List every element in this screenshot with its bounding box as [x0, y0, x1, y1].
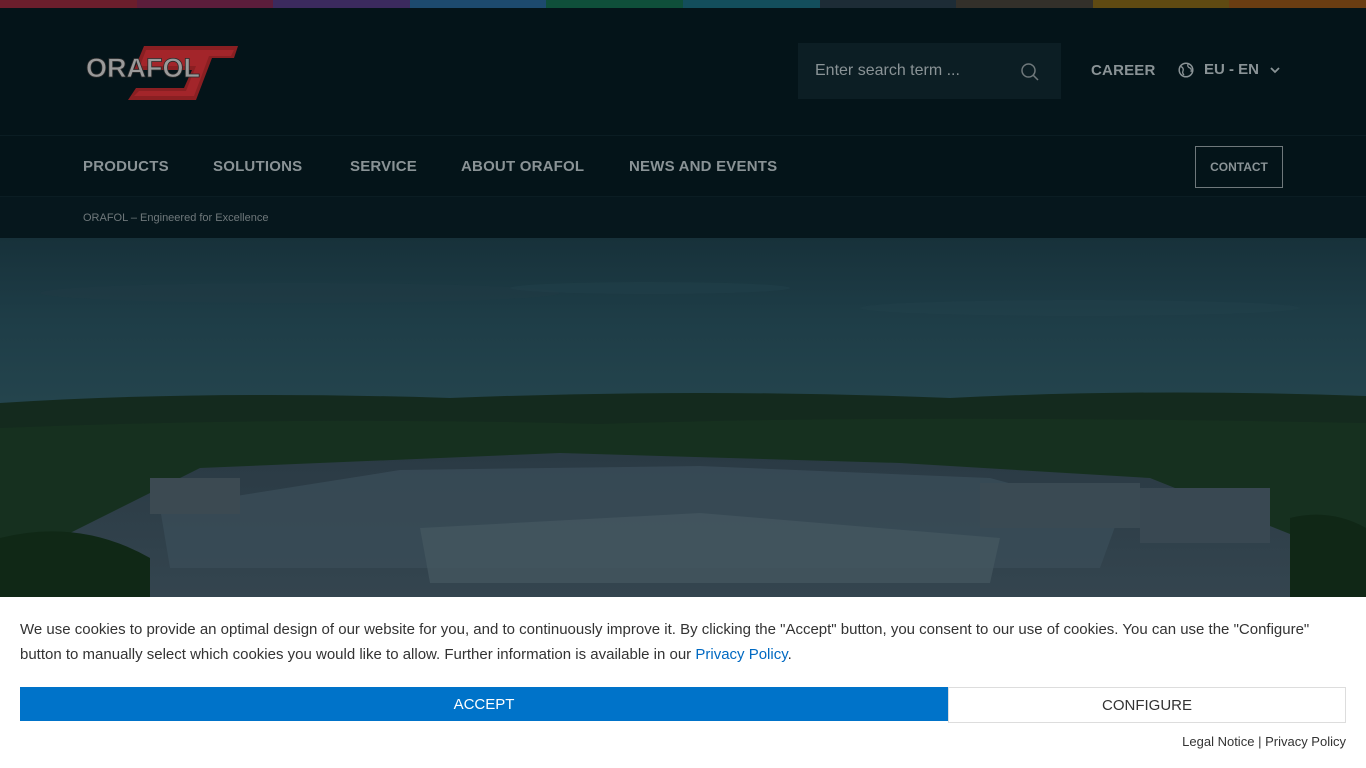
search-icon[interactable]: [1020, 62, 1040, 82]
legal-links: Legal Notice | Privacy Policy: [1182, 734, 1346, 749]
site-header: ORAFOL CAREER EU - EN: [0, 8, 1366, 135]
stripe-segment: [136, 0, 274, 8]
stripe-segment: [819, 0, 957, 8]
svg-text:ORAFOL: ORAFOL: [86, 53, 200, 83]
factory-aerial-illustration: [0, 238, 1366, 597]
cookie-message-end: .: [787, 646, 792, 663]
orafol-logo[interactable]: ORAFOL: [84, 44, 240, 102]
footer-privacy-policy-link[interactable]: Privacy Policy: [1265, 734, 1346, 749]
globe-icon: [1178, 61, 1194, 78]
stripe-segment: [1229, 0, 1366, 8]
accept-button[interactable]: ACCEPT: [20, 687, 948, 721]
nav-item-news-and-events[interactable]: NEWS AND EVENTS: [629, 158, 777, 175]
main-navigation: PRODUCTS SOLUTIONS SERVICE ABOUT ORAFOL …: [0, 135, 1366, 197]
stripe-segment: [546, 0, 683, 8]
stripe-segment: [0, 0, 137, 8]
privacy-policy-link[interactable]: Privacy Policy: [695, 646, 787, 663]
color-stripe: [0, 0, 1366, 8]
nav-item-solutions[interactable]: SOLUTIONS: [213, 158, 302, 175]
nav-item-products[interactable]: PRODUCTS: [83, 158, 169, 175]
configure-button[interactable]: CONFIGURE: [948, 687, 1346, 723]
search-input[interactable]: [798, 43, 1013, 99]
cookie-message-text: We use cookies to provide an optimal des…: [20, 621, 1310, 663]
stripe-segment: [1092, 0, 1230, 8]
cookie-message: We use cookies to provide an optimal des…: [20, 617, 1340, 667]
tagline: ORAFOL – Engineered for Excellence: [83, 212, 269, 224]
stripe-segment: [273, 0, 410, 8]
search-box: [798, 43, 1061, 99]
region-selector[interactable]: EU - EN: [1178, 61, 1281, 78]
legal-notice-link[interactable]: Legal Notice: [1182, 734, 1254, 749]
legal-separator: |: [1258, 734, 1262, 749]
contact-button[interactable]: CONTACT: [1195, 146, 1283, 188]
region-label: EU - EN: [1204, 61, 1260, 78]
nav-item-service[interactable]: SERVICE: [350, 158, 417, 175]
tagline-bar: ORAFOL – Engineered for Excellence: [0, 197, 1366, 238]
nav-item-about-orafol[interactable]: ABOUT ORAFOL: [461, 158, 584, 175]
chevron-down-icon: [1270, 66, 1280, 73]
stripe-segment: [956, 0, 1093, 8]
career-link[interactable]: CAREER: [1091, 62, 1156, 79]
stripe-segment: [409, 0, 547, 8]
cookie-banner: We use cookies to provide an optimal des…: [0, 597, 1366, 768]
hero-image: [0, 238, 1366, 597]
stripe-segment: [682, 0, 820, 8]
